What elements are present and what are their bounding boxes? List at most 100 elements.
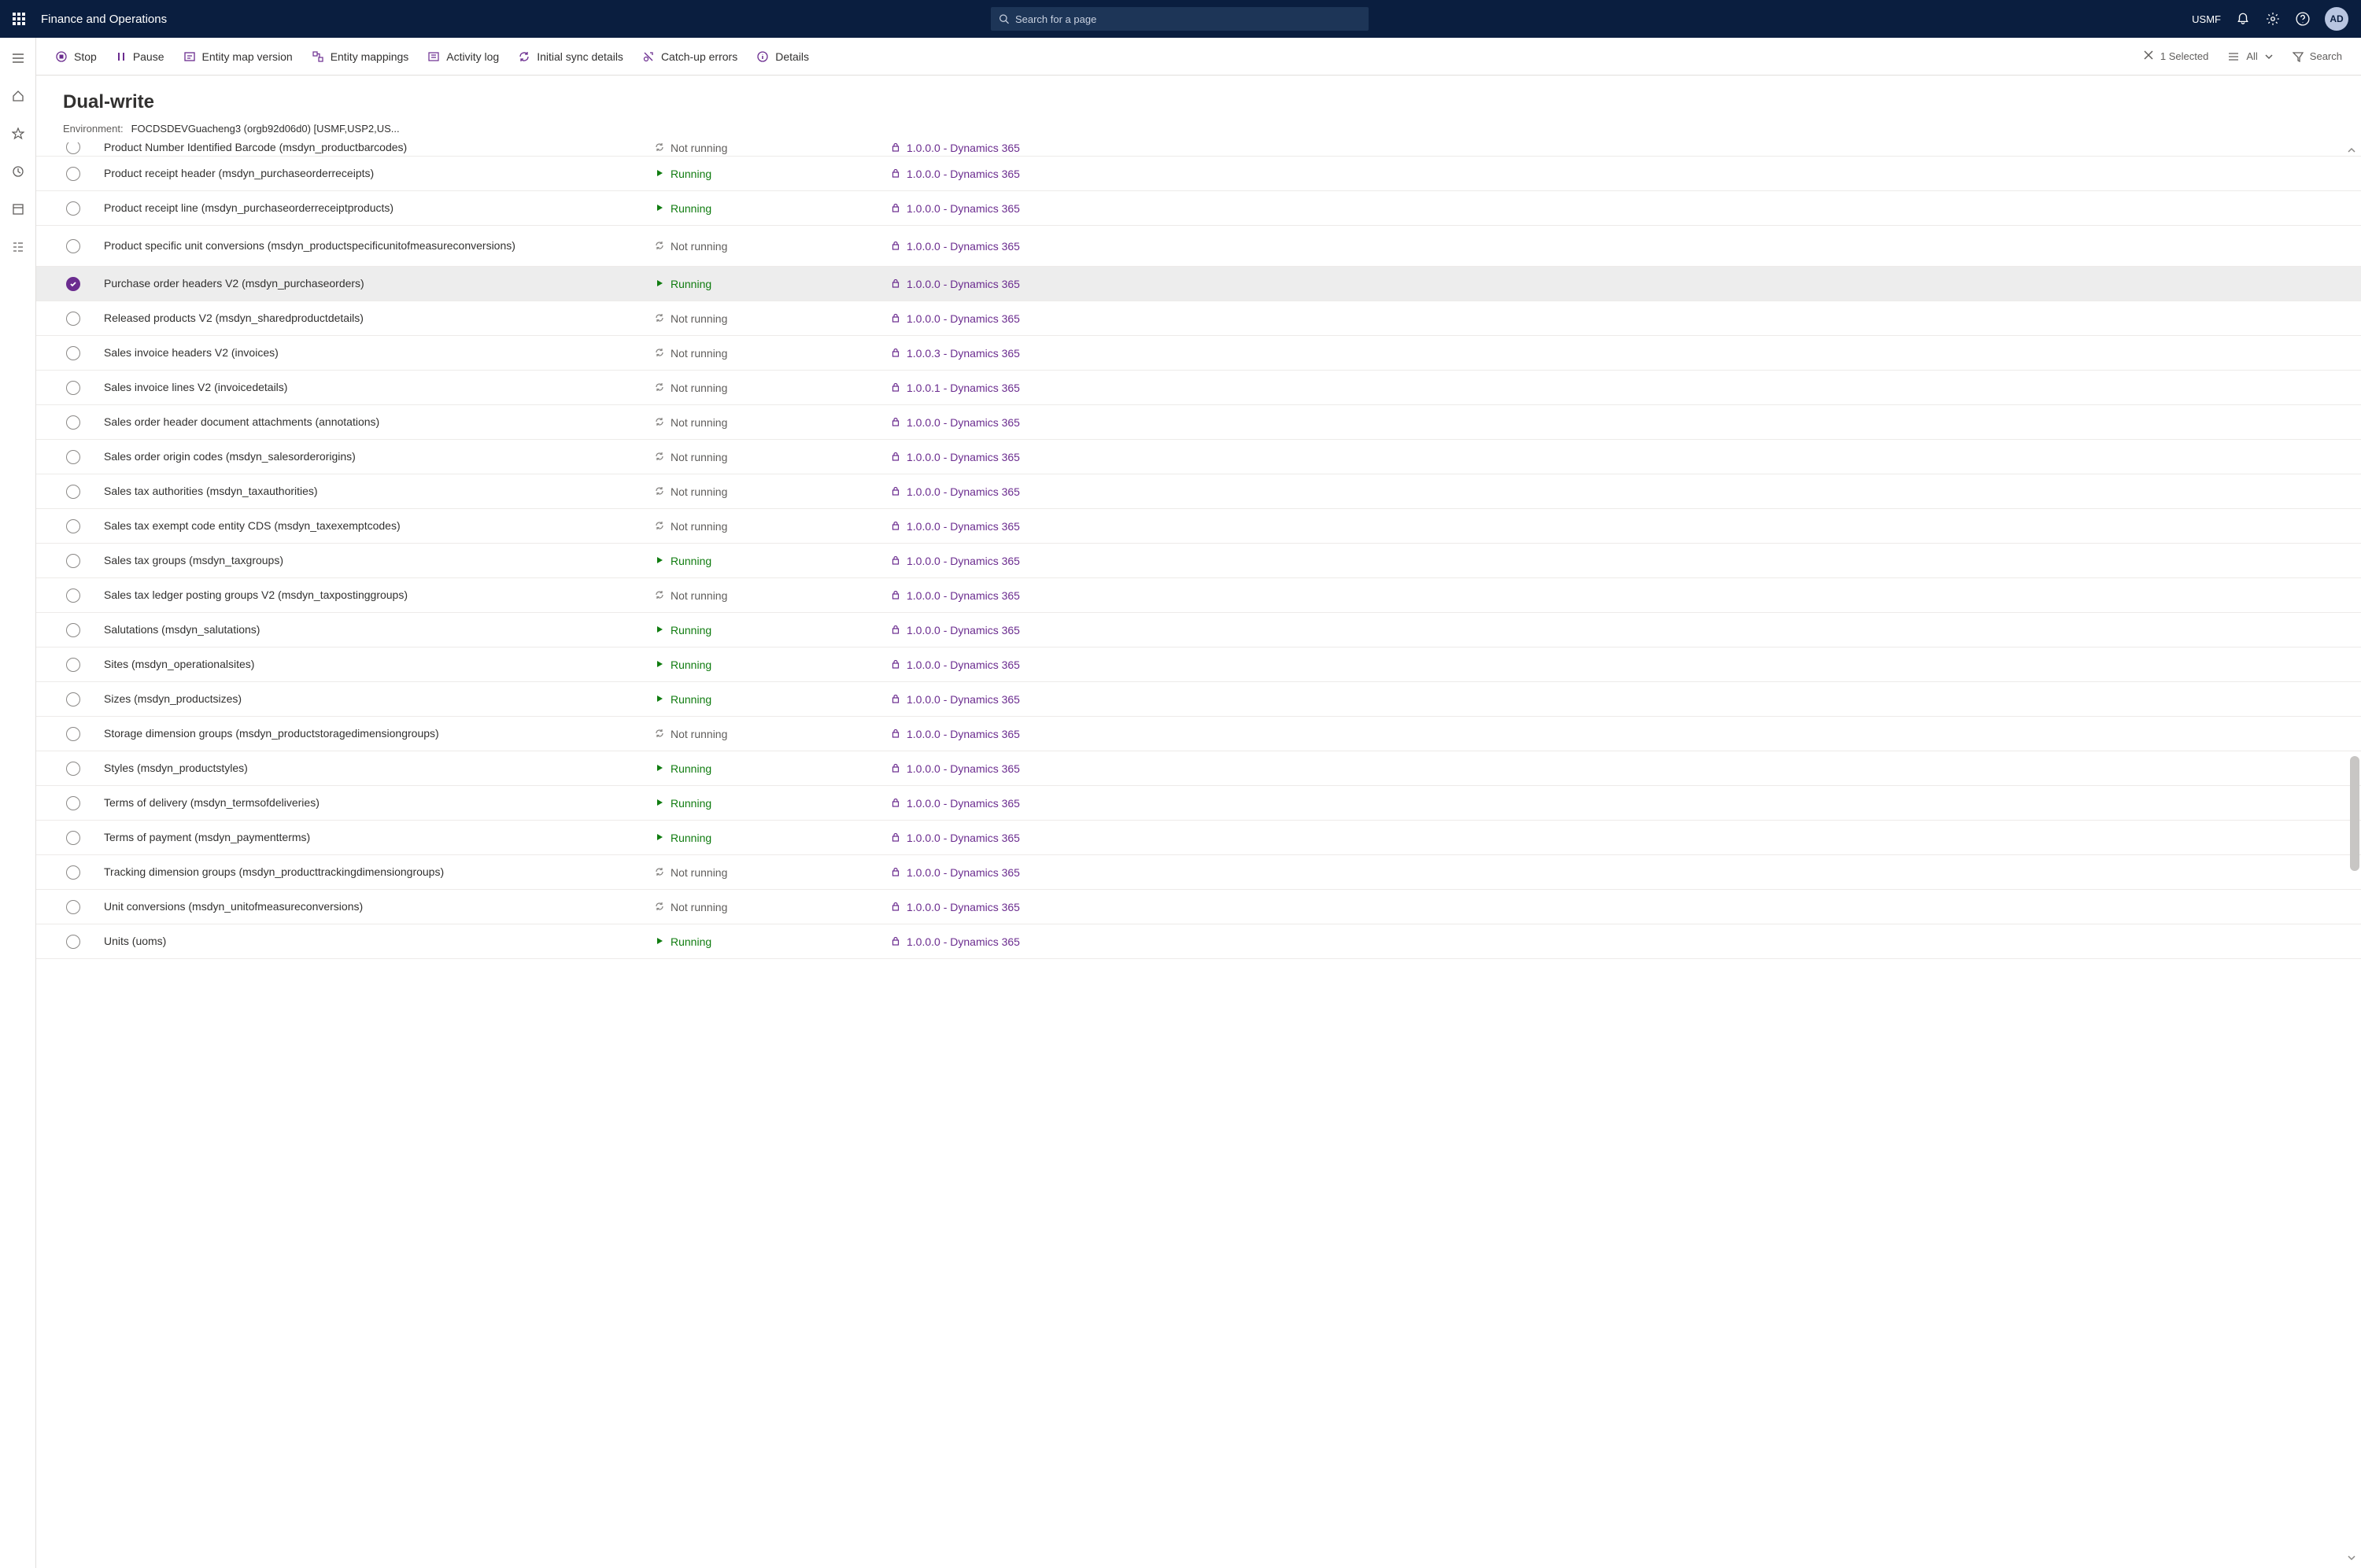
table-row[interactable]: Product receipt line (msdyn_purchaseorde… (36, 191, 2361, 226)
nav-workspaces[interactable] (4, 195, 32, 223)
row-select-circle[interactable] (66, 935, 80, 949)
row-select-circle[interactable] (66, 519, 80, 533)
version-cell[interactable]: 1.0.0.0 - Dynamics 365 (891, 935, 1088, 948)
stop-button[interactable]: Stop (55, 50, 97, 63)
row-select-circle[interactable] (66, 346, 80, 360)
nav-hamburger[interactable] (4, 44, 32, 72)
row-select-circle[interactable] (66, 167, 80, 181)
table-row[interactable]: Released products V2 (msdyn_sharedproduc… (36, 301, 2361, 336)
version-cell[interactable]: 1.0.0.0 - Dynamics 365 (891, 589, 1088, 602)
version-cell[interactable]: 1.0.0.0 - Dynamics 365 (891, 624, 1088, 636)
version-cell[interactable]: 1.0.0.0 - Dynamics 365 (891, 520, 1088, 533)
row-select-circle[interactable] (66, 239, 80, 253)
row-select-circle[interactable] (66, 796, 80, 810)
row-select-circle[interactable] (66, 312, 80, 326)
table-row[interactable]: Sizes (msdyn_productsizes)Running1.0.0.0… (36, 682, 2361, 717)
entity-map-version-button[interactable]: Entity map version (183, 50, 293, 63)
help-icon[interactable] (2295, 11, 2311, 27)
settings-icon[interactable] (2265, 11, 2281, 27)
table-row[interactable]: Sales tax authorities (msdyn_taxauthorit… (36, 474, 2361, 509)
table-row[interactable]: Salutations (msdyn_salutations)Running1.… (36, 613, 2361, 647)
row-select-circle[interactable] (66, 692, 80, 707)
global-search[interactable] (991, 7, 1369, 31)
version-cell[interactable]: 1.0.0.0 - Dynamics 365 (891, 901, 1088, 913)
pause-button[interactable]: Pause (116, 50, 164, 63)
version-cell[interactable]: 1.0.0.0 - Dynamics 365 (891, 451, 1088, 463)
table-row[interactable]: Unit conversions (msdyn_unitofmeasurecon… (36, 890, 2361, 924)
avatar[interactable]: AD (2325, 7, 2348, 31)
row-select-circle[interactable] (66, 623, 80, 637)
notifications-icon[interactable] (2235, 11, 2251, 27)
version-cell[interactable]: 1.0.0.0 - Dynamics 365 (891, 485, 1088, 498)
table-row[interactable]: Sales tax ledger posting groups V2 (msdy… (36, 578, 2361, 613)
table-row[interactable]: Terms of payment (msdyn_paymentterms)Run… (36, 821, 2361, 855)
row-select-circle[interactable] (66, 588, 80, 603)
version-cell[interactable]: 1.0.0.0 - Dynamics 365 (891, 762, 1088, 775)
initial-sync-button[interactable]: Initial sync details (518, 50, 623, 63)
table-row[interactable]: Terms of delivery (msdyn_termsofdeliveri… (36, 786, 2361, 821)
row-select-circle[interactable] (66, 485, 80, 499)
version-cell[interactable]: 1.0.0.0 - Dynamics 365 (891, 142, 1088, 154)
grid-search-button[interactable]: Search (2293, 50, 2342, 62)
row-select-circle[interactable] (66, 762, 80, 776)
version-cell[interactable]: 1.0.0.0 - Dynamics 365 (891, 202, 1088, 215)
row-select-circle[interactable] (66, 201, 80, 216)
table-row[interactable]: Sales invoice lines V2 (invoicedetails)N… (36, 371, 2361, 405)
version-cell[interactable]: 1.0.0.0 - Dynamics 365 (891, 555, 1088, 567)
row-select-circle[interactable] (66, 658, 80, 672)
row-select-circle[interactable] (66, 554, 80, 568)
scroll-up-icon[interactable] (2347, 146, 2356, 157)
details-button[interactable]: Details (756, 50, 809, 63)
version-cell[interactable]: 1.0.0.0 - Dynamics 365 (891, 240, 1088, 253)
nav-recent[interactable] (4, 157, 32, 186)
scrollbar-thumb[interactable] (2350, 756, 2359, 871)
filter-all-button[interactable]: All (2227, 50, 2273, 63)
version-cell[interactable]: 1.0.0.0 - Dynamics 365 (891, 312, 1088, 325)
table-row[interactable]: Sales tax exempt code entity CDS (msdyn_… (36, 509, 2361, 544)
version-cell[interactable]: 1.0.0.0 - Dynamics 365 (891, 659, 1088, 671)
table-row[interactable]: Sites (msdyn_operationalsites)Running1.0… (36, 647, 2361, 682)
search-input[interactable] (1015, 13, 1361, 25)
nav-home[interactable] (4, 82, 32, 110)
version-cell[interactable]: 1.0.0.0 - Dynamics 365 (891, 728, 1088, 740)
scroll-down-icon[interactable] (2347, 1553, 2356, 1565)
row-select-circle[interactable] (66, 277, 80, 291)
row-select-circle[interactable] (66, 727, 80, 741)
version-cell[interactable]: 1.0.0.0 - Dynamics 365 (891, 416, 1088, 429)
version-cell[interactable]: 1.0.0.0 - Dynamics 365 (891, 278, 1088, 290)
row-select-circle[interactable] (66, 900, 80, 914)
version-cell[interactable]: 1.0.0.3 - Dynamics 365 (891, 347, 1088, 360)
row-select-circle[interactable] (66, 415, 80, 430)
table-row[interactable]: Tracking dimension groups (msdyn_product… (36, 855, 2361, 890)
table-row[interactable]: Units (uoms)Running1.0.0.0 - Dynamics 36… (36, 924, 2361, 959)
row-select-circle[interactable] (66, 450, 80, 464)
table-row[interactable]: Styles (msdyn_productstyles)Running1.0.0… (36, 751, 2361, 786)
company-code[interactable]: USMF (2192, 13, 2221, 25)
clear-selection-button[interactable] (2143, 50, 2154, 63)
version-cell[interactable]: 1.0.0.0 - Dynamics 365 (891, 866, 1088, 879)
table-row[interactable]: Sales invoice headers V2 (invoices)Not r… (36, 336, 2361, 371)
row-select-circle[interactable] (66, 142, 80, 154)
row-select-circle[interactable] (66, 865, 80, 880)
version-cell[interactable]: 1.0.0.0 - Dynamics 365 (891, 168, 1088, 180)
table-row[interactable]: Sales tax groups (msdyn_taxgroups)Runnin… (36, 544, 2361, 578)
catch-up-errors-button[interactable]: Catch-up errors (642, 50, 737, 63)
version-cell[interactable]: 1.0.0.0 - Dynamics 365 (891, 832, 1088, 844)
table-row[interactable]: Product Number Identified Barcode (msdyn… (36, 142, 2361, 157)
activity-log-button[interactable]: Activity log (427, 50, 499, 63)
table-row[interactable]: Sales order header document attachments … (36, 405, 2361, 440)
app-launcher[interactable] (0, 0, 38, 38)
version-cell[interactable]: 1.0.0.0 - Dynamics 365 (891, 797, 1088, 810)
nav-modules[interactable] (4, 233, 32, 261)
table-row[interactable]: Product specific unit conversions (msdyn… (36, 226, 2361, 267)
table-row[interactable]: Purchase order headers V2 (msdyn_purchas… (36, 267, 2361, 301)
nav-favorites[interactable] (4, 120, 32, 148)
row-select-circle[interactable] (66, 831, 80, 845)
version-cell[interactable]: 1.0.0.1 - Dynamics 365 (891, 382, 1088, 394)
entity-mappings-button[interactable]: Entity mappings (312, 50, 409, 63)
table-row[interactable]: Product receipt header (msdyn_purchaseor… (36, 157, 2361, 191)
row-select-circle[interactable] (66, 381, 80, 395)
version-cell[interactable]: 1.0.0.0 - Dynamics 365 (891, 693, 1088, 706)
table-row[interactable]: Storage dimension groups (msdyn_products… (36, 717, 2361, 751)
table-row[interactable]: Sales order origin codes (msdyn_salesord… (36, 440, 2361, 474)
